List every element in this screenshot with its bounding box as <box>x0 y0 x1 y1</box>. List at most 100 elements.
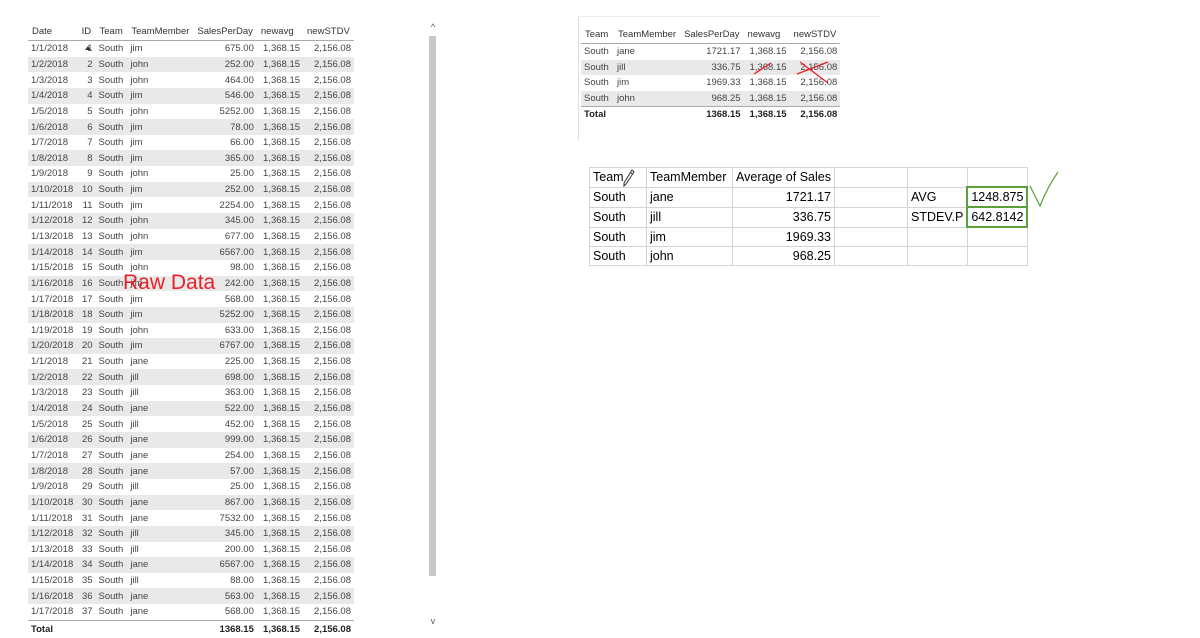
table-row[interactable]: 1/15/2018 35 South jill 88.00 1,368.15 2,156.0… <box>28 573 354 589</box>
table-row[interactable]: 1/6/2018 6 South jim 78.00 1,368.15 2,156.08 <box>28 119 354 135</box>
vertical-scrollbar[interactable]: ^ v <box>427 16 439 626</box>
table-row[interactable]: 1/4/2018 4 South jim 546.00 1,368.15 2,156.08 <box>28 87 354 104</box>
table-row[interactable]: 1/9/2018 9 South john 25.00 1,368.15 2,156.08 <box>28 166 354 182</box>
header-newavg[interactable]: newavg <box>256 16 304 41</box>
scroll-down-arrow-icon[interactable]: v <box>427 616 439 626</box>
table-row[interactable]: 1/10/2018 30 South jane 867.00 1,368.15 2,156.… <box>28 494 354 511</box>
table-row[interactable]: 1/5/2018 25 South jill 452.00 1,368.15 2,156.0… <box>28 416 354 432</box>
cell-teammember: jim <box>127 181 194 198</box>
excel-header-team[interactable]: Team <box>589 167 647 188</box>
summary-row[interactable]: South jane 1721.17 1,368.15 2,156.08 <box>581 44 840 60</box>
scroll-thumb[interactable] <box>429 36 436 576</box>
cell-id: 2 <box>77 56 96 73</box>
table-row[interactable]: 1/14/2018 14 South jim 6567.00 1,368.15 2,156.… <box>28 244 354 260</box>
excel-header-teammember[interactable]: TeamMember <box>646 167 733 188</box>
cell-date: 1/2/2018 <box>28 56 78 73</box>
excel-header-average[interactable]: Average of Sales <box>732 167 835 188</box>
table-row[interactable]: 1/11/2018 31 South jane 7532.00 1,368.15 2,156… <box>28 510 354 526</box>
cell-newavg: 1,368.15 <box>256 432 304 448</box>
table-row[interactable]: 1/2/2018 2 South john 252.00 1,368.15 2,156.08 <box>28 56 354 73</box>
excel-cell-member[interactable]: jill <box>646 206 733 228</box>
header-salesperday[interactable]: SalesPerDay <box>193 16 257 41</box>
excel-cell-member[interactable]: jane <box>646 186 733 208</box>
table-row[interactable]: 1/7/2018 7 South jim 66.00 1,368.15 2,156.08 <box>28 135 354 151</box>
table-row[interactable]: 1/14/2018 34 South jane 6567.00 1,368.15 2,156… <box>28 557 354 573</box>
table-row[interactable]: 1/5/2018 5 South john 5252.00 1,368.15 2,156.0… <box>28 104 354 120</box>
summary-row[interactable]: South john 968.25 1,368.15 2,156.08 <box>581 90 841 107</box>
excel-cell-average[interactable]: 968.25 <box>732 246 835 266</box>
header-teammember[interactable]: TeamMember <box>127 16 194 41</box>
table-row[interactable]: 1/17/2018 37 South jane 568.00 1,368.15 2,156.… <box>28 604 354 620</box>
table-row[interactable]: 1/12/2018 32 South jill 345.00 1,368.15 2,156.… <box>28 525 354 542</box>
excel-cell-average[interactable]: 1969.33 <box>732 226 835 247</box>
cell-newstdv: 2,156.08 <box>303 119 354 135</box>
table-row[interactable]: 1/16/2018 36 South jane 563.00 1,368.15 2,156.… <box>28 588 354 605</box>
cell-teammember: jill <box>127 525 194 542</box>
table-row[interactable]: 1/6/2018 26 South jane 999.00 1,368.15 2,156.0… <box>28 432 354 448</box>
cell-newstdv: 2,156.08 <box>303 87 354 104</box>
excel-cell-team[interactable]: South <box>589 246 647 266</box>
excel-stat-value-stdev[interactable]: 642.8142 <box>966 206 1029 228</box>
summary-row[interactable]: South jim 1969.33 1,368.15 2,156.08 <box>581 75 840 91</box>
cell-team: South <box>98 449 124 461</box>
cell-newavg: 1,368.15 <box>263 387 301 399</box>
header-newstdv[interactable]: newSTDV <box>303 16 354 41</box>
header-date[interactable]: Date <box>28 16 78 41</box>
excel-cell-team[interactable]: South <box>589 206 647 228</box>
header-id[interactable]: ID <box>77 16 96 41</box>
cell-newavg: 1,368.15 <box>256 525 304 542</box>
summary-header-salesperday[interactable]: SalesPerDay <box>680 16 744 44</box>
cell-newstdv: 2,156.08 <box>314 575 351 587</box>
table-row[interactable]: 1/8/2018 8 South jim 365.00 1,368.15 2,156.08 <box>28 150 354 167</box>
excel-stat-value-avg[interactable]: 1248.875 <box>966 186 1029 208</box>
cell-date: 1/4/2018 <box>28 400 78 417</box>
excel-cell-member[interactable]: jim <box>646 226 733 247</box>
excel-cell-team[interactable]: South <box>589 186 647 208</box>
summary-cell-teammember: jim <box>617 77 630 89</box>
excel-stat-label-avg[interactable]: AVG <box>906 186 968 208</box>
table-row[interactable]: 1/3/2018 3 South john 464.00 1,368.15 2,156.08 <box>28 72 354 88</box>
cell-salesperday: 999.00 <box>193 432 257 448</box>
table-row[interactable]: 1/9/2018 29 South jill 25.00 1,368.15 2,156.08 <box>28 479 354 495</box>
raw-header-row: Date ID Team TeamMember SalesPerDay newa… <box>28 16 354 41</box>
scroll-up-arrow-icon[interactable]: ^ <box>427 22 439 32</box>
header-team[interactable]: Team <box>95 16 128 41</box>
table-row[interactable]: 1/13/2018 13 South john 677.00 1,368.15 2,156.… <box>28 229 354 245</box>
sort-ascending-icon[interactable] <box>85 46 91 50</box>
excel-cell-average[interactable]: 336.75 <box>732 206 835 228</box>
excel-cell-member[interactable]: john <box>646 246 733 266</box>
cell-date: 1/16/2018 <box>28 588 78 605</box>
cell-newstdv: 2,156.08 <box>303 432 354 448</box>
table-row[interactable]: 1/8/2018 28 South jane 57.00 1,368.15 2,156.08 <box>28 463 354 479</box>
table-row[interactable]: 1/7/2018 27 South jane 254.00 1,368.15 2,156.0… <box>28 448 354 464</box>
cell-newavg: 1,368.15 <box>256 557 304 573</box>
summary-header-team[interactable]: Team <box>581 16 614 44</box>
cell-salesperday: 57.00 <box>193 463 257 479</box>
cell-salesperday: 200.00 <box>224 543 254 555</box>
cell-id: 7 <box>87 137 93 149</box>
table-row[interactable]: 1/12/2018 12 South john 345.00 1,368.15 2,156.… <box>28 213 354 229</box>
table-row[interactable]: 1/13/2018 33 South jill 200.00 1,368.15 2,156.… <box>28 542 354 558</box>
excel-cell-average[interactable]: 1721.17 <box>732 186 835 208</box>
table-row[interactable]: 1/20/2018 20 South jim 6767.00 1,368.15 2,156.… <box>28 338 354 354</box>
summary-row[interactable]: South jill 336.75 1,368.15 2,156.08 <box>581 59 841 75</box>
table-row[interactable]: 1/1/20181Southjim675.001,368.152,156.08 <box>28 41 354 57</box>
cell-team: South <box>95 494 128 511</box>
table-row[interactable]: 1/18/2018 18 South jim 5252.00 1,368.15 2,156.… <box>28 306 354 323</box>
cell-newavg: 1,368.15 <box>256 338 304 354</box>
table-row[interactable]: 1/3/2018 23 South jill 363.00 1,368.15 2,156.0… <box>28 385 354 401</box>
cell-teammember: jill <box>130 418 139 430</box>
excel-cell-team[interactable]: South <box>589 226 647 247</box>
table-row[interactable]: 1/10/2018 10 South jim 252.00 1,368.15 2,156.0… <box>28 181 354 198</box>
cell-newstdv: 2,156.08 <box>314 606 351 618</box>
table-row[interactable]: 1/11/2018 11 South jim 2254.00 1,368.15 2,156.… <box>28 197 354 213</box>
summary-header-newavg[interactable]: newavg <box>743 16 790 44</box>
table-row[interactable]: 1/4/2018 24 South jane 522.00 1,368.15 2,156.0… <box>28 400 354 417</box>
excel-stat-label-stdev[interactable]: STDEV.P <box>906 206 968 228</box>
table-row[interactable]: 1/1/2018 21 South jane 225.00 1,368.15 2,156.0… <box>28 354 354 370</box>
summary-header-newstdv[interactable]: newSTDV <box>789 16 841 44</box>
table-row[interactable]: 1/2/2018 22 South jill 698.00 1,368.15 2,156.0… <box>28 369 354 386</box>
summary-header-teammember[interactable]: TeamMember <box>614 16 681 44</box>
table-row[interactable]: 1/19/2018 19 South john 633.00 1,368.15 2,156.… <box>28 323 354 339</box>
cell-date: 1/14/2018 <box>28 557 78 573</box>
